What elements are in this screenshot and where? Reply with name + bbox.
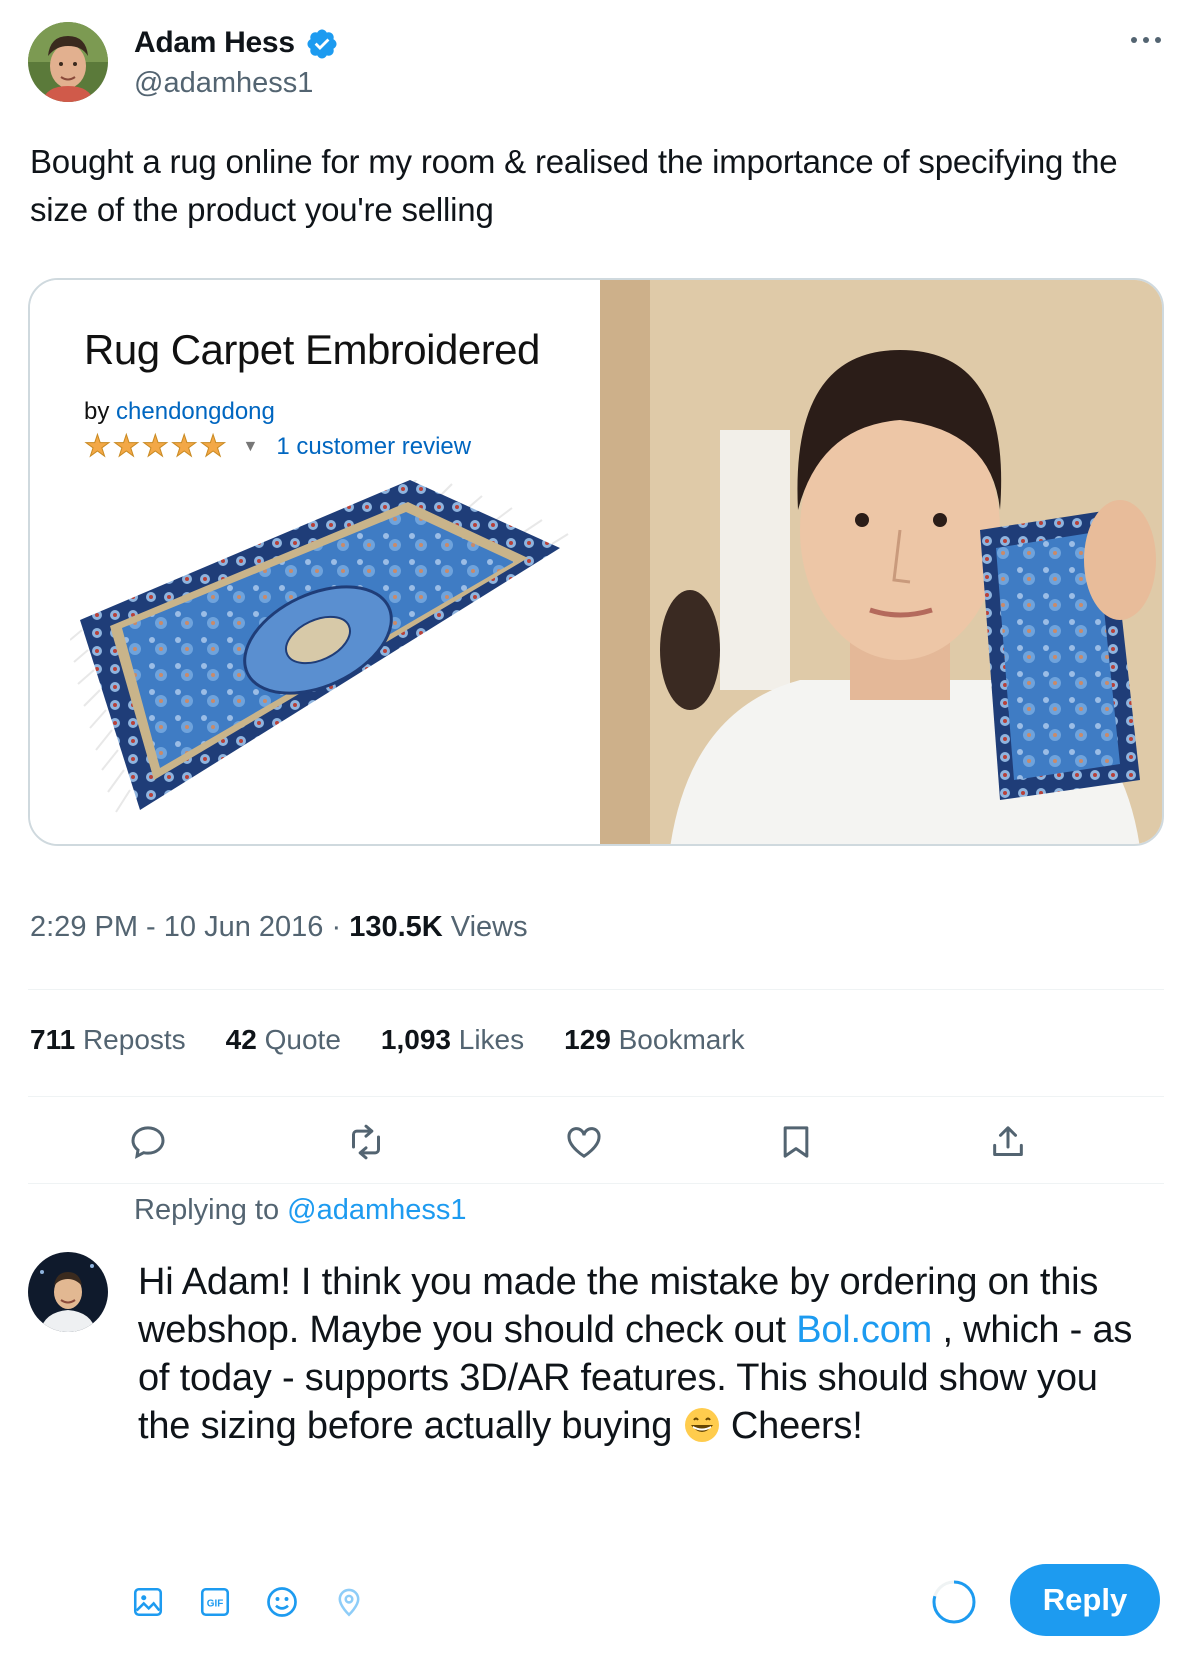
product-screenshot[interactable]: Rug Carpet Embroidered by chendongdong ★… xyxy=(30,280,600,844)
action-bar xyxy=(28,1112,1164,1172)
selfie-photo[interactable] xyxy=(600,280,1162,844)
divider xyxy=(28,1183,1164,1184)
star-icon: ★ xyxy=(112,430,140,463)
image-icon[interactable] xyxy=(128,1582,168,1622)
user-avatar[interactable] xyxy=(28,1252,108,1332)
repost-icon[interactable] xyxy=(336,1112,396,1172)
star-icon: ★ xyxy=(84,430,112,463)
tweet-timestamp[interactable]: 2:29 PM - 10 Jun 2016 · 130.5K Views xyxy=(30,911,528,944)
product-review-count: 1 customer review xyxy=(276,433,472,460)
author-handle[interactable]: @adamhess1 xyxy=(134,67,313,100)
quotes-stat[interactable]: 42 Quote xyxy=(226,1024,341,1056)
caret-down-icon: ▼ xyxy=(242,438,259,455)
svg-text:GIF: GIF xyxy=(207,1598,224,1609)
reposts-stat[interactable]: 711 Reposts xyxy=(30,1024,186,1056)
author-avatar[interactable] xyxy=(28,22,108,102)
product-rating: ★ ★ ★ ★ ★ ▼ 1 customer review xyxy=(84,430,472,463)
character-count-progress xyxy=(930,1578,978,1626)
tweet-media[interactable]: Rug Carpet Embroidered by chendongdong ★… xyxy=(28,278,1164,846)
bookmarks-stat[interactable]: 129 Bookmark xyxy=(564,1024,745,1056)
divider xyxy=(28,989,1164,990)
replying-to: Replying to @adamhess1 xyxy=(134,1194,467,1226)
verified-badge-icon xyxy=(305,27,339,61)
star-icon: ★ xyxy=(141,430,169,463)
grinning-emoji-icon xyxy=(683,1406,721,1444)
author-name[interactable]: Adam Hess xyxy=(134,26,295,60)
reply-icon[interactable] xyxy=(118,1112,178,1172)
product-seller: by chendongdong xyxy=(84,398,275,425)
emoji-icon[interactable] xyxy=(262,1582,302,1622)
selfie-image xyxy=(600,280,1162,844)
share-icon[interactable] xyxy=(978,1112,1038,1172)
tweet-text: Bought a rug online for my room & realis… xyxy=(30,143,1118,228)
bol-link[interactable]: Bol.com xyxy=(796,1309,932,1351)
more-icon[interactable] xyxy=(1128,28,1164,52)
heart-icon[interactable] xyxy=(554,1112,614,1172)
replying-handle[interactable]: @adamhess1 xyxy=(287,1194,466,1226)
divider xyxy=(28,1096,1164,1097)
reply-input[interactable]: Hi Adam! I think you made the mistake by… xyxy=(138,1258,1148,1450)
product-title: Rug Carpet Embroidered xyxy=(84,326,540,373)
gif-icon[interactable]: GIF xyxy=(195,1582,235,1622)
reply-button[interactable]: Reply xyxy=(1010,1564,1160,1636)
star-icon: ★ xyxy=(170,430,198,463)
likes-stat[interactable]: 1,093 Likes xyxy=(381,1024,524,1056)
star-icon: ★ xyxy=(199,430,227,463)
engagement-stats: 711 Reposts 42 Quote 1,093 Likes 129 Boo… xyxy=(30,1024,745,1056)
location-icon[interactable] xyxy=(329,1582,369,1622)
rug-image xyxy=(70,480,569,813)
bookmark-icon[interactable] xyxy=(766,1112,826,1172)
